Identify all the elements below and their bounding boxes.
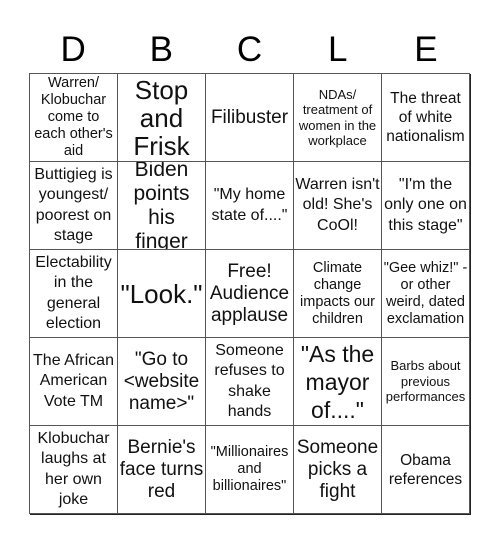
bingo-cell[interactable]: "Millionaires and billionaires"	[206, 426, 294, 514]
bingo-cell[interactable]: The African American Vote TM	[30, 338, 118, 426]
bingo-cell[interactable]: Free! Audience applause	[206, 250, 294, 338]
cell-text: Klobuchar laughs at her own joke	[37, 429, 110, 509]
cell-text: "Millionaires and billionaires"	[210, 444, 289, 494]
bingo-cell[interactable]: "My home state of...."	[206, 162, 294, 250]
cell-text: Climate change impacts our children	[300, 259, 375, 327]
bingo-cell[interactable]: Filibuster	[206, 74, 294, 162]
cell-text: Buttigieg is youngest/ poorest on stage	[34, 165, 113, 245]
bingo-cell[interactable]: "Go to <website name>"	[118, 338, 206, 426]
bingo-cell[interactable]: "Look."	[118, 250, 206, 338]
cell-text: Bernie's face turns red	[119, 436, 204, 502]
bingo-cell[interactable]: "Gee whiz!" - or other weird, dated excl…	[382, 250, 470, 338]
cell-text: "Go to <website name>"	[123, 348, 200, 414]
bingo-grid: Warren/ Klobuchar come to each other's a…	[29, 73, 470, 514]
bingo-cell[interactable]: Climate change impacts our children	[294, 250, 382, 338]
cell-text: Electability in the general election	[35, 253, 112, 333]
bingo-cell[interactable]: Someone refuses to shake hands	[206, 338, 294, 426]
cell-text: Warren isn't old! She's CoOl!	[295, 175, 380, 234]
bingo-cell[interactable]: Stop and Frisk	[118, 74, 206, 162]
cell-text: Stop and Frisk	[133, 74, 190, 161]
bingo-cell[interactable]: Electability in the general election	[30, 250, 118, 338]
cell-text: Barbs about previous performances	[385, 358, 466, 405]
header-letter-2: B	[149, 30, 173, 69]
cell-text: Biden points his finger	[133, 162, 190, 250]
bingo-cell[interactable]: Someone picks a fight	[294, 426, 382, 514]
header-letter-5: E	[414, 30, 438, 69]
cell-text: Someone refuses to shake hands	[214, 341, 285, 421]
cell-text: NDAs/ treatment of women in the workplac…	[298, 86, 377, 149]
bingo-cell[interactable]: Klobuchar laughs at her own joke	[30, 426, 118, 514]
cell-text: "My home state of...."	[211, 186, 288, 224]
cell-text: Warren/ Klobuchar come to each other's a…	[34, 75, 113, 159]
bingo-cell[interactable]: Bernie's face turns red	[118, 426, 206, 514]
cell-text: "As the mayor of...."	[300, 340, 375, 423]
bingo-cell[interactable]: "I'm the only one on this stage"	[382, 162, 470, 250]
bingo-cell[interactable]: Warren/ Klobuchar come to each other's a…	[30, 74, 118, 162]
header-letter-4: L	[327, 30, 348, 69]
cell-text: Obama references	[388, 451, 463, 488]
bingo-cell[interactable]: The threat of white nationalism	[382, 74, 470, 162]
bingo-cell[interactable]: Biden points his finger	[118, 162, 206, 250]
cell-text: The African American Vote TM	[33, 351, 114, 410]
header-letter-1: D	[60, 30, 86, 69]
cell-text: Free! Audience applause	[209, 260, 290, 326]
bingo-header: D B C L E	[29, 30, 470, 70]
bingo-cell[interactable]: Barbs about previous performances	[382, 338, 470, 426]
bingo-cell[interactable]: Warren isn't old! She's CoOl!	[294, 162, 382, 250]
bingo-card: D B C L E Warren/ Klobuchar come to each…	[0, 0, 500, 544]
header-letter-3: C	[236, 30, 263, 69]
cell-text: "Gee whiz!" - or other weird, dated excl…	[383, 259, 468, 327]
bingo-cell[interactable]: NDAs/ treatment of women in the workplac…	[294, 74, 382, 162]
cell-text: Filibuster	[210, 106, 289, 128]
cell-text: Someone picks a fight	[296, 436, 379, 502]
bingo-cell[interactable]: "As the mayor of...."	[294, 338, 382, 426]
bingo-cell[interactable]: Buttigieg is youngest/ poorest on stage	[30, 162, 118, 250]
cell-text: The threat of white nationalism	[386, 90, 465, 145]
cell-text: "I'm the only one on this stage"	[384, 175, 467, 234]
bingo-cell[interactable]: Obama references	[382, 426, 470, 514]
cell-text: "Look."	[120, 278, 203, 309]
